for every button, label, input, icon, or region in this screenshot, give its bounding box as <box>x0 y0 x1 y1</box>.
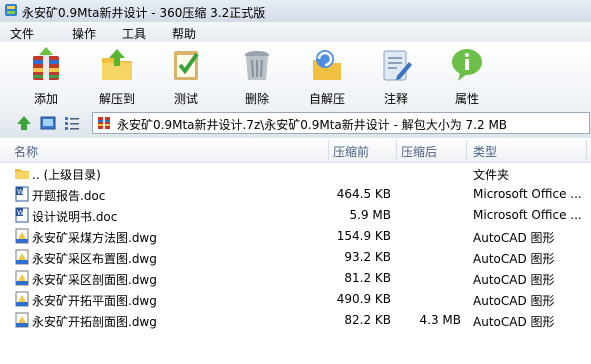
delete-button[interactable]: 删除 <box>229 46 285 106</box>
properties-label: 属性 <box>454 92 479 106</box>
file-size: 490.9 KB <box>336 292 391 306</box>
column-divider[interactable] <box>466 140 467 160</box>
file-size: 5.9 MB <box>349 208 391 222</box>
file-name: 开题报告.doc <box>32 189 106 203</box>
app-logo-icon <box>5 4 17 16</box>
file-type: AutoCAD 图形 <box>473 252 555 266</box>
test-icon <box>174 51 199 80</box>
column-divider[interactable] <box>396 140 397 160</box>
address-path: 永安矿0.9Mta新井设计.7z\永安矿0.9Mta新井设计 - 解包大小为 7… <box>117 118 508 132</box>
add-button[interactable]: 添加 <box>18 46 74 106</box>
comment-button[interactable]: 注释 <box>368 46 424 106</box>
column-name-header[interactable]: 名称 <box>14 143 38 160</box>
menu-bar: 文件 操作 工具 帮助 <box>0 22 591 43</box>
dwg-file-icon <box>15 249 29 265</box>
file-type: AutoCAD 图形 <box>473 315 555 329</box>
dwg-file-icon <box>15 228 29 244</box>
file-name: 永安矿开拓平面图.dwg <box>32 294 157 308</box>
test-label: 测试 <box>173 92 198 106</box>
up-arrow-icon[interactable] <box>16 115 32 131</box>
file-name: 永安矿开拓剖面图.dwg <box>32 315 157 329</box>
dwg-file-icon <box>15 312 29 328</box>
properties-button[interactable]: 属性 <box>439 46 495 106</box>
file-size: 82.2 KB <box>344 313 391 327</box>
svg-text:W: W <box>17 209 24 217</box>
address-field[interactable]: 永安矿0.9Mta新井设计.7z\永安矿0.9Mta新井设计 - 解包大小为 7… <box>92 112 590 134</box>
menu-file[interactable]: 文件 <box>10 25 34 42</box>
file-row[interactable]: 永安矿开拓剖面图.dwg 82.2 KB 4.3 MB AutoCAD 图形 <box>0 310 591 331</box>
file-type: AutoCAD 图形 <box>473 273 555 287</box>
file-row[interactable]: W 设计说明书.doc 5.9 MB Microsoft Office ... <box>0 205 591 226</box>
delete-label: 删除 <box>244 92 269 106</box>
word-doc-icon: W <box>15 186 29 202</box>
file-name: 永安矿采区剖面图.dwg <box>32 273 157 287</box>
file-type: Microsoft Office ... <box>473 187 582 201</box>
window-title: 永安矿0.9Mta新井设计 - 360压缩 3.2正式版 <box>22 6 266 20</box>
column-divider[interactable] <box>586 140 587 160</box>
file-row[interactable]: 永安矿采区剖面图.dwg 81.2 KB AutoCAD 图形 <box>0 268 591 289</box>
file-size: 81.2 KB <box>344 271 391 285</box>
column-size-header[interactable]: 压缩前 <box>333 143 369 160</box>
file-row[interactable]: 永安矿采煤方法图.dwg 154.9 KB AutoCAD 图形 <box>0 226 591 247</box>
comment-icon <box>383 50 412 81</box>
menu-operation[interactable]: 操作 <box>72 25 96 42</box>
dwg-file-icon <box>15 291 29 307</box>
archive-icon <box>98 117 110 129</box>
file-type: AutoCAD 图形 <box>473 294 555 308</box>
extract-to-button[interactable]: 解压到 <box>89 46 145 106</box>
column-divider[interactable] <box>328 140 329 160</box>
column-type-header[interactable]: 类型 <box>473 143 497 160</box>
thumbnail-view-icon[interactable] <box>40 115 56 131</box>
add-label: 添加 <box>33 92 58 106</box>
file-packed-size: 4.3 MB <box>419 313 461 327</box>
dwg-file-icon <box>15 270 29 286</box>
menu-help[interactable]: 帮助 <box>172 25 196 42</box>
title-bar: 永安矿0.9Mta新井设计 - 360压缩 3.2正式版 <box>0 0 591 23</box>
column-packed-header[interactable]: 压缩后 <box>401 143 437 160</box>
file-name: 设计说明书.doc <box>32 210 118 224</box>
file-size: 154.9 KB <box>336 229 391 243</box>
file-type: 文件夹 <box>473 168 510 182</box>
file-type: AutoCAD 图形 <box>473 231 555 245</box>
file-row[interactable]: 永安矿开拓平面图.dwg 490.9 KB AutoCAD 图形 <box>0 289 591 310</box>
test-button[interactable]: 测试 <box>158 46 214 106</box>
delete-icon <box>245 51 269 80</box>
extract-to-icon <box>102 49 132 80</box>
add-archive-icon <box>33 47 59 80</box>
file-row[interactable]: 永安矿采区布置图.dwg 93.2 KB AutoCAD 图形 <box>0 247 591 268</box>
file-type: Microsoft Office ... <box>473 208 582 222</box>
file-name: 永安矿采区布置图.dwg <box>32 252 157 266</box>
list-view-icon[interactable] <box>64 115 80 131</box>
menu-tools[interactable]: 工具 <box>122 25 146 42</box>
address-bar: 永安矿0.9Mta新井设计.7z\永安矿0.9Mta新井设计 - 解包大小为 7… <box>0 108 591 139</box>
folder-icon <box>15 169 29 179</box>
file-size: 464.5 KB <box>336 187 391 201</box>
self-extract-label: 自解压 <box>308 92 345 106</box>
word-doc-icon: W <box>15 207 29 223</box>
toolbar: 添加 解压到 测试 删除 自解压 注释 属性 <box>0 42 591 109</box>
self-extract-button[interactable]: 自解压 <box>299 46 355 106</box>
file-row[interactable]: .. (上级目录) 文件夹 <box>0 163 591 184</box>
comment-label: 注释 <box>383 92 408 106</box>
svg-text:W: W <box>17 188 24 196</box>
file-row[interactable]: W 开题报告.doc 464.5 KB Microsoft Office ... <box>0 184 591 205</box>
self-extract-icon <box>313 50 341 80</box>
file-size: 93.2 KB <box>344 250 391 264</box>
properties-icon <box>452 49 482 81</box>
file-name: .. (上级目录) <box>32 168 101 182</box>
file-name: 永安矿采煤方法图.dwg <box>32 231 157 245</box>
extract-to-label: 解压到 <box>98 92 135 106</box>
file-list-header: 名称 压缩前 压缩后 类型 <box>0 138 591 163</box>
